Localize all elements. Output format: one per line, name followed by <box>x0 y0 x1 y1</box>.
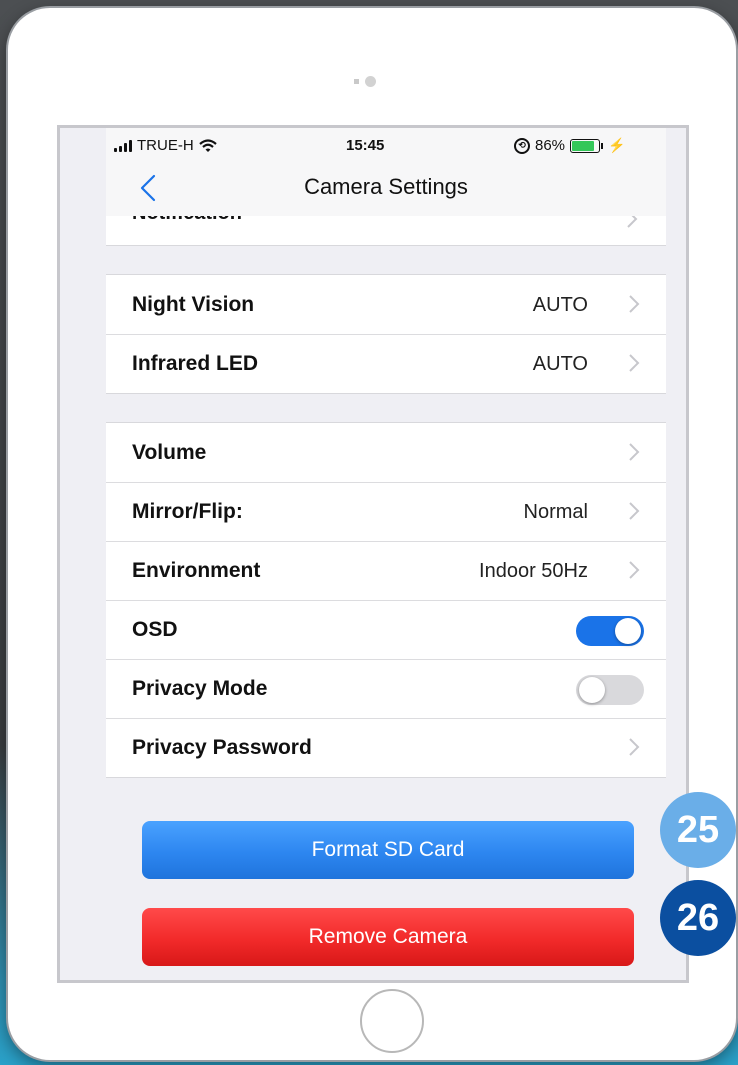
chevron-right-icon <box>629 295 640 313</box>
step-badge-25: 25 <box>660 792 736 868</box>
rotation-lock-icon: ⟲ <box>514 137 530 154</box>
row-value: AUTO <box>532 294 588 316</box>
home-button[interactable] <box>360 989 424 1053</box>
row-label: Environment <box>132 559 261 582</box>
clock: 15:45 <box>346 137 385 154</box>
page-title: Camera Settings <box>304 174 468 199</box>
toggle-knob <box>579 677 605 703</box>
toggle-knob <box>615 618 641 644</box>
status-bar: TRUE-H 15:45 ⟲ 86% ⚡ <box>106 128 666 160</box>
front-camera <box>354 76 376 87</box>
charging-icon: ⚡ <box>608 137 626 153</box>
status-right: ⟲ 86% ⚡ <box>514 137 625 154</box>
settings-row-notification[interactable]: Notification <box>106 216 666 246</box>
settings-row-osd: OSD <box>106 600 666 659</box>
chevron-right-icon <box>629 561 640 579</box>
settings-group-vision: Night Vision AUTO Infrared LED AUTO <box>106 274 666 394</box>
row-label: Night Vision <box>132 293 255 316</box>
osd-toggle[interactable] <box>576 616 644 646</box>
chevron-right-icon <box>627 216 638 228</box>
row-value: Indoor 50Hz <box>479 560 588 582</box>
battery-tip <box>601 142 604 149</box>
row-label: Volume <box>132 441 207 464</box>
battery-level <box>572 140 595 151</box>
app-content: TRUE-H 15:45 ⟲ 86% ⚡ Camera Settings Nig… <box>106 128 666 980</box>
settings-row-privacy-mode: Privacy Mode <box>106 659 666 718</box>
settings-row-night-vision[interactable]: Night Vision AUTO <box>106 275 666 334</box>
settings-row-mirror-flip[interactable]: Mirror/Flip: Normal <box>106 482 666 541</box>
phone-screen: TRUE-H 15:45 ⟲ 86% ⚡ Camera Settings Nig… <box>57 125 689 983</box>
settings-row-environment[interactable]: Environment Indoor 50Hz <box>106 541 666 600</box>
chevron-right-icon <box>629 354 640 372</box>
camera-lens-icon <box>365 76 376 87</box>
row-label: Privacy Mode <box>132 677 268 700</box>
chevron-right-icon <box>629 738 640 756</box>
navigation-bar: Camera Settings <box>106 160 666 216</box>
chevron-right-icon <box>629 502 640 520</box>
remove-camera-button[interactable]: Remove Camera <box>142 908 634 966</box>
row-value: Normal <box>523 501 588 523</box>
settings-row-infrared-led[interactable]: Infrared LED AUTO <box>106 334 666 393</box>
row-label: Notification <box>132 216 242 225</box>
row-value: AUTO <box>532 353 588 375</box>
sensor-dot <box>354 79 359 84</box>
row-label: Privacy Password <box>132 736 312 759</box>
settings-row-privacy-password[interactable]: Privacy Password <box>106 718 666 777</box>
format-sd-card-button[interactable]: Format SD Card <box>142 821 634 879</box>
step-badge-26: 26 <box>660 880 736 956</box>
carrier-label: TRUE-H <box>137 137 194 154</box>
settings-row-volume[interactable]: Volume <box>106 423 666 482</box>
row-label: Infrared LED <box>132 352 259 375</box>
status-left: TRUE-H <box>114 137 217 154</box>
battery-icon <box>570 138 601 153</box>
wifi-icon <box>198 138 217 152</box>
chevron-right-icon <box>629 443 640 461</box>
signal-icon <box>114 139 132 152</box>
row-label: Mirror/Flip: <box>132 500 243 523</box>
row-label: OSD <box>132 618 178 641</box>
tablet-frame: TRUE-H 15:45 ⟲ 86% ⚡ Camera Settings Nig… <box>8 8 736 1060</box>
battery-percent: 86% <box>535 137 566 154</box>
privacy-mode-toggle[interactable] <box>576 675 644 705</box>
settings-group-general: Volume Mirror/Flip: Normal Environment I… <box>106 422 666 778</box>
